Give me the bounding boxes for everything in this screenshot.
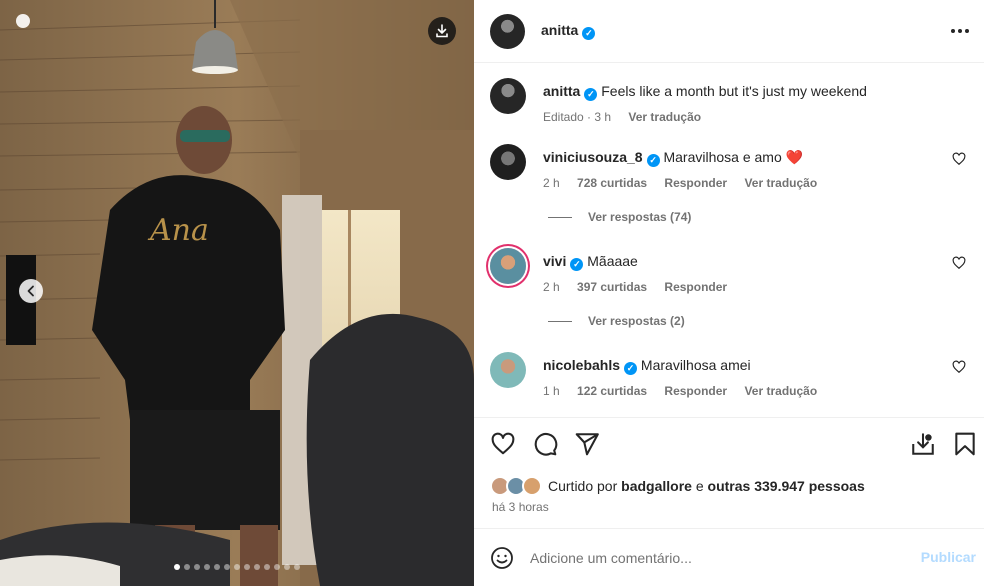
svg-text:Ana: Ana (147, 213, 209, 248)
comment-time: 2 h (543, 280, 560, 294)
publish-button[interactable]: Publicar (921, 549, 976, 565)
caption-edited-time: Editado · 3 h (543, 110, 612, 124)
carousel-dot (214, 564, 220, 570)
comment-icon[interactable] (532, 431, 558, 457)
liker-avatars (490, 476, 542, 496)
commenter-avatar-story-ring[interactable] (490, 248, 526, 284)
view-replies-label[interactable]: Ver respostas (74) (588, 210, 691, 224)
verified-badge-icon: ✓ (582, 27, 596, 40)
replies-divider (548, 216, 572, 218)
carousel-dot (244, 564, 250, 570)
chevron-left-icon (27, 285, 34, 297)
comment-likes-count[interactable]: 397 curtidas (577, 280, 647, 294)
translate-link[interactable]: Ver tradução (744, 176, 817, 190)
post-side-panel: anitta ✓ anitta ✓ Feels like a month but i… (474, 0, 984, 586)
comment-like-heart-icon[interactable] (952, 256, 966, 270)
carousel-dot (254, 564, 260, 570)
carousel-dot (184, 564, 190, 570)
caption-username[interactable]: anitta (543, 83, 580, 99)
carousel-dot (294, 564, 300, 570)
comment-item: nicolebahls ✓ Maravilhosa amei 1 h 122 cu… (490, 352, 970, 412)
previous-media-button[interactable] (19, 279, 43, 303)
comment-input[interactable] (530, 549, 890, 566)
verified-badge-icon: ✓ (570, 258, 584, 271)
post-timestamp[interactable]: há 3 horas (492, 500, 549, 514)
post-photo: Ana (0, 0, 474, 586)
download-button[interactable] (428, 17, 456, 45)
bookmark-icon[interactable] (952, 431, 978, 457)
caption-author-avatar[interactable] (490, 78, 526, 114)
share-send-icon[interactable] (574, 431, 600, 457)
comment-item: viniciusouza_8 ✓ Maravilhosa e amo ❤️ 2 h… (490, 144, 970, 204)
carousel-dot (274, 564, 280, 570)
more-dot-icon (965, 29, 969, 33)
author-username-text[interactable]: anitta (541, 22, 578, 38)
translate-link[interactable]: Ver tradução (744, 384, 817, 398)
caption-text: Feels like a month but it's just my week… (601, 83, 867, 99)
commenter-avatar[interactable] (490, 144, 526, 180)
carousel-dot (194, 564, 200, 570)
caption: anitta ✓ Feels like a month but it's just… (490, 78, 970, 138)
caption-translate-link[interactable]: Ver tradução (628, 110, 701, 124)
verified-badge-icon: ✓ (624, 362, 638, 375)
comment-likes-count[interactable]: 122 curtidas (577, 384, 647, 398)
liker-avatar (522, 476, 542, 496)
comment-time: 1 h (543, 384, 560, 398)
reply-button[interactable]: Responder (664, 384, 727, 398)
reply-button[interactable]: Responder (664, 176, 727, 190)
commenter-username[interactable]: nicolebahls (543, 357, 620, 373)
commenter-username[interactable]: viniciusouza_8 (543, 149, 643, 165)
like-heart-icon[interactable] (490, 431, 516, 457)
others-likes-link[interactable]: outras 339.947 pessoas (708, 478, 865, 494)
download-save-icon[interactable] (910, 431, 936, 457)
view-replies-label[interactable]: Ver respostas (2) (588, 314, 685, 328)
verified-badge-icon: ✓ (646, 154, 660, 167)
likes-summary: Curtido por badgallore e outras 339.947 … (490, 476, 865, 496)
liker-username[interactable]: badgallore (621, 478, 692, 494)
author-username[interactable]: anitta ✓ (541, 22, 596, 40)
verified-badge-icon: ✓ (584, 88, 598, 101)
comment-text: Mãaaae (587, 253, 638, 269)
carousel-dot (234, 564, 240, 570)
replies-divider (548, 320, 572, 322)
carousel-indicator (0, 564, 474, 570)
comment-text: Maravilhosa amei (640, 357, 751, 373)
comment-text: Maravilhosa e amo (663, 149, 782, 165)
view-replies-button[interactable]: Ver respostas (2) (548, 314, 685, 328)
commenter-username[interactable]: vivi (543, 253, 566, 269)
emoji-icon[interactable] (490, 546, 514, 570)
author-avatar[interactable] (490, 13, 525, 49)
comment-time: 2 h (543, 176, 560, 190)
post-action-bar (488, 431, 975, 461)
likes-prefix: Curtido por (548, 478, 618, 494)
more-dot-icon (951, 29, 955, 33)
carousel-dot (264, 564, 270, 570)
more-dot-icon (958, 29, 962, 33)
comment-item: vivi ✓ Mãaaae 2 h 397 curtidas Responder (490, 248, 970, 308)
download-icon (436, 24, 448, 38)
more-options-button[interactable] (948, 22, 972, 40)
comment-like-heart-icon[interactable] (952, 360, 966, 374)
commenter-avatar[interactable] (490, 352, 526, 388)
media-corner-dot (16, 14, 30, 28)
carousel-dot (284, 564, 290, 570)
reply-button[interactable]: Responder (664, 280, 727, 294)
view-replies-button[interactable]: Ver respostas (74) (548, 210, 691, 224)
carousel-dot (174, 564, 180, 570)
likes-connector: e (695, 478, 704, 494)
add-comment-bar: Publicar (474, 528, 984, 586)
comments-list[interactable]: anitta ✓ Feels like a month but it's just… (474, 64, 984, 418)
red-heart-emoji: ❤️ (785, 149, 804, 165)
post-media[interactable]: Ana (0, 0, 474, 586)
comment-like-heart-icon[interactable] (952, 152, 966, 166)
carousel-dot (204, 564, 210, 570)
post-header: anitta ✓ (474, 0, 984, 63)
comment-likes-count[interactable]: 728 curtidas (577, 176, 647, 190)
carousel-dot (224, 564, 230, 570)
